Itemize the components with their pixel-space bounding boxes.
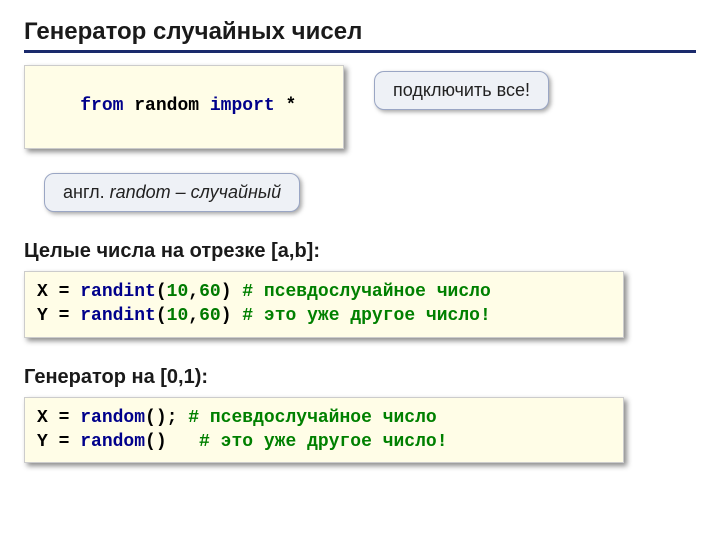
module-name: random — [134, 96, 199, 116]
var-y2: Y — [37, 432, 48, 452]
comment1b: # это уже другое число! — [232, 306, 491, 326]
comment1a: # псевдослучайное число — [232, 282, 491, 302]
callout2-italic: random – случайный — [110, 182, 282, 202]
kw-import: import — [210, 96, 275, 116]
callout-connect-all: подключить все! — [374, 71, 549, 110]
comment2a: # псевдослучайное число — [177, 408, 436, 428]
page-title: Генератор случайных чисел — [24, 18, 696, 53]
import-code-box: from random import * — [24, 65, 344, 149]
fn-random2: random — [80, 432, 145, 452]
code-randint: X = randint(10,60) # псевдослучайное чис… — [24, 271, 624, 338]
code-random: X = random(); # псевдослучайное число Y … — [24, 397, 624, 464]
import-star: * — [286, 96, 297, 116]
var-x2: X — [37, 408, 48, 428]
callout2-prefix: англ. — [63, 182, 110, 202]
fn-randint1: randint — [80, 282, 156, 302]
fn-random1: random — [80, 408, 145, 428]
var-x1: X — [37, 282, 48, 302]
callout-random-meaning: англ. random – случайный — [44, 173, 300, 212]
var-y1: Y — [37, 306, 48, 326]
comment2b: # это уже другое число! — [188, 432, 447, 452]
section-unit-interval: Генератор на [0,1): — [24, 366, 696, 389]
kw-from: from — [80, 96, 123, 116]
fn-randint2: randint — [80, 306, 156, 326]
section-int-range: Целые числа на отрезке [a,b]: — [24, 240, 696, 263]
